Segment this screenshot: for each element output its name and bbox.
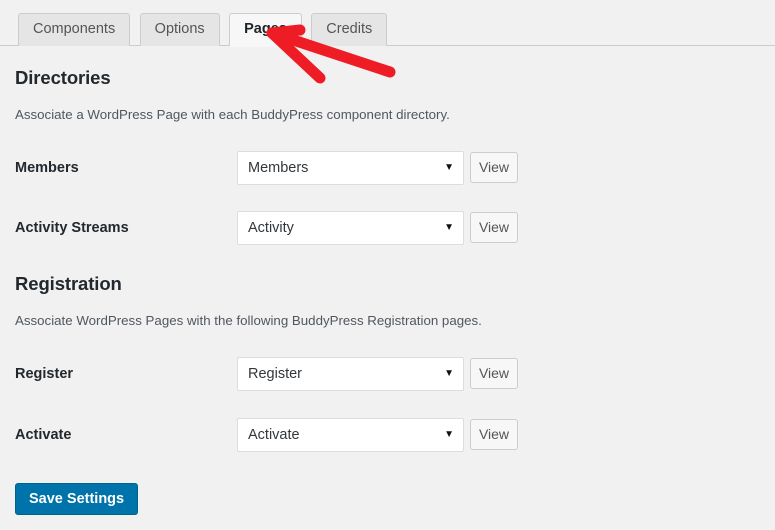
registration-description: Associate WordPress Pages with the follo… (15, 313, 482, 328)
members-view-button[interactable]: View (470, 152, 518, 183)
members-page-select-value: Members (248, 160, 309, 176)
register-view-button[interactable]: View (470, 358, 518, 389)
row-register: Register Register ▼ View (0, 357, 775, 391)
tab-options[interactable]: Options (139, 13, 220, 46)
activate-page-select-value: Activate (248, 427, 300, 443)
row-activate: Activate Activate ▼ View (0, 418, 775, 452)
tab-credits[interactable]: Credits (311, 13, 388, 46)
row-label-activate: Activate (15, 427, 72, 443)
registration-heading: Registration (15, 273, 122, 294)
row-members: Members Members ▼ View (0, 151, 775, 185)
save-settings-button[interactable]: Save Settings (15, 483, 139, 515)
activity-page-select-value: Activity (248, 220, 294, 236)
tab-components[interactable]: Components (18, 13, 131, 46)
chevron-down-icon: ▼ (444, 368, 454, 379)
buddypress-settings-page: Components Options Pages Credits Directo… (0, 0, 775, 530)
row-activity-streams: Activity Streams Activity ▼ View (0, 211, 775, 245)
members-page-select[interactable]: Members ▼ (237, 151, 464, 185)
activity-page-select[interactable]: Activity ▼ (237, 211, 464, 245)
row-label-members: Members (15, 160, 79, 176)
row-label-register: Register (15, 366, 74, 382)
directories-heading: Directories (15, 67, 111, 88)
row-label-activity-streams: Activity Streams (15, 220, 129, 236)
activity-view-button[interactable]: View (470, 212, 518, 243)
directories-description: Associate a WordPress Page with each Bud… (15, 107, 450, 122)
chevron-down-icon: ▼ (444, 429, 454, 440)
register-page-select-value: Register (248, 366, 302, 382)
chevron-down-icon: ▼ (444, 162, 454, 173)
activate-page-select[interactable]: Activate ▼ (237, 418, 464, 452)
register-page-select[interactable]: Register ▼ (237, 357, 464, 391)
tab-pages[interactable]: Pages (229, 13, 302, 47)
settings-tab-bar: Components Options Pages Credits (0, 13, 775, 47)
activate-view-button[interactable]: View (470, 419, 518, 450)
chevron-down-icon: ▼ (444, 222, 454, 233)
